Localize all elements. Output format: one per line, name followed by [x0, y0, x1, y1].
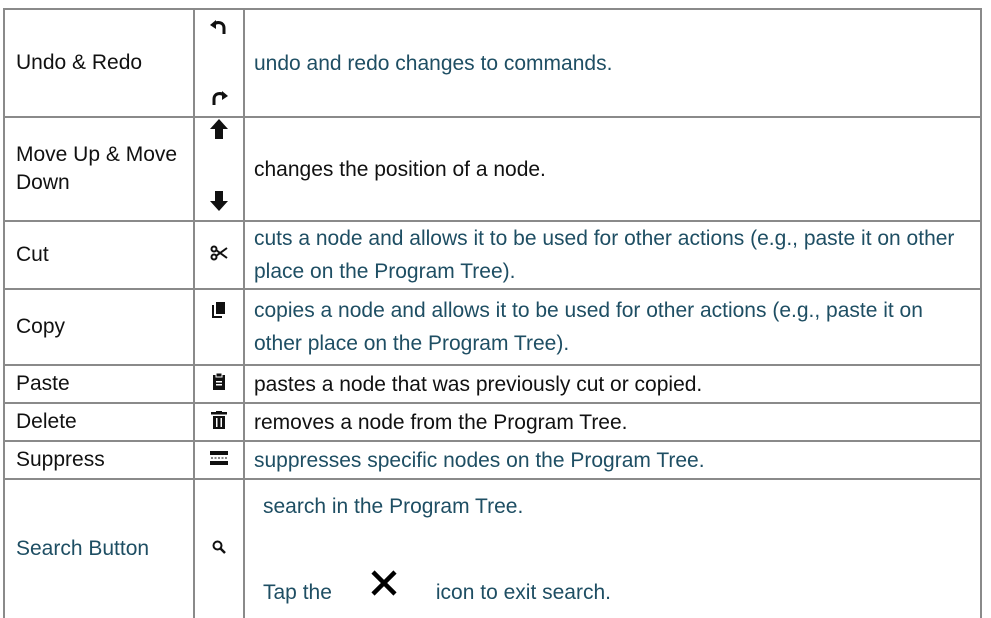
- row-name: Paste: [3, 364, 195, 404]
- arrow-up-icon: [209, 118, 229, 140]
- table-row: Undo & Redo undo and redo changes to com…: [3, 8, 982, 118]
- row-description: search in the Program Tree.: [263, 495, 524, 518]
- table-row: Cut cuts a node and allows it to be used…: [3, 220, 982, 290]
- table-row: Suppress suppresses specific nodes on th…: [3, 440, 982, 480]
- redo-icon: [209, 88, 229, 106]
- row-name: Copy: [3, 288, 195, 366]
- table-row: Copy copies a node and allows it to be u…: [3, 288, 982, 366]
- row-description: copies a node and allows it to be used f…: [243, 288, 982, 366]
- table-row: Search Button search in the Program Tree…: [3, 478, 982, 618]
- clipboard-icon: [212, 372, 226, 391]
- row-description: pastes a node that was previously cut or…: [243, 364, 982, 404]
- suppress-icon: [210, 450, 228, 465]
- copy-icon: [212, 302, 226, 318]
- row-description: removes a node from the Program Tree.: [243, 402, 982, 442]
- row-description-suffix: icon to exit search.: [435, 581, 611, 604]
- row-name: Delete: [3, 402, 195, 442]
- arrow-down-icon: [209, 190, 229, 212]
- row-name: Cut: [3, 220, 195, 290]
- undo-icon: [209, 18, 229, 36]
- toolbar-reference-table: Undo & Redo undo and redo changes to com…: [3, 8, 982, 618]
- row-name: Search Button: [3, 478, 195, 618]
- table-row: Delete removes a node from the Program T…: [3, 402, 982, 442]
- row-description-prefix: Tap the: [263, 581, 332, 604]
- trash-icon: [211, 410, 227, 429]
- close-icon: [370, 569, 398, 597]
- table-row: Paste pastes a node that was previously …: [3, 364, 982, 404]
- table-row: Move Up & Move Down changes the position…: [3, 116, 982, 222]
- row-name: Undo & Redo: [3, 8, 195, 118]
- scissors-icon: [210, 245, 228, 261]
- row-description: suppresses specific nodes on the Program…: [243, 440, 982, 480]
- search-icon: [212, 540, 226, 554]
- row-name: Suppress: [3, 440, 195, 480]
- row-description: undo and redo changes to commands.: [243, 8, 982, 118]
- row-description: cuts a node and allows it to be used for…: [243, 220, 982, 290]
- row-description: changes the position of a node.: [243, 116, 982, 222]
- row-name: Move Up & Move Down: [3, 116, 195, 222]
